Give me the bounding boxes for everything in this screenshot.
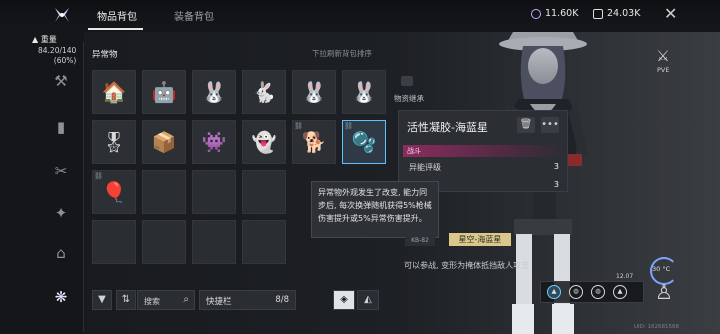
crossed-swords-icon[interactable]: ⚔ [654,47,672,65]
mask-view-icon[interactable]: ◈ [333,290,355,310]
tab-active-indicator [88,28,143,30]
energy-amount: 11.60K [545,8,579,19]
form-name: 星空-海蓝星 [449,233,511,246]
stat-value: 3 [553,162,559,171]
sidebar [0,32,84,334]
inventory-slot[interactable]: 👾 [192,120,236,164]
quickbar-label: 快捷栏 [206,297,232,307]
more-icon[interactable]: ••• [541,117,559,133]
section-title: 异常物 [92,50,118,60]
search-label: 搜索 [144,297,160,306]
inventory-slot[interactable]: ⛓ 🎈 [92,170,136,214]
ability-bar: ▲ ◍ ◍ ▲ [540,281,644,303]
quickbar-count: 8/8 [275,295,289,305]
white-doll-icon: 👻 [251,130,277,154]
home-icon[interactable]: ⌂ [52,244,70,262]
stat-value: 3 [553,180,559,189]
inventory-slot[interactable]: ⛓ 🐕 [292,120,336,164]
chip-icon [593,8,603,19]
inherit-label[interactable]: 物资继承 [394,93,424,104]
small-value: 12.07 [616,273,634,280]
mode-label: PVE [657,66,670,74]
inventory-slot[interactable]: 🎖 [92,120,136,164]
inventory-slot[interactable]: 📦 [142,120,186,164]
guard-dog-icon: 🐕 [301,130,327,154]
close-icon[interactable]: ✕ [664,6,680,22]
bunny-doll-icon: 🐰 [351,80,377,104]
energy-currency: 11.60K [531,8,578,19]
tab-equipment-bag[interactable]: 装备背包 [174,8,214,23]
bunny-doll-icon: 🐰 [301,80,327,104]
form-description: 可以参战, 变形为掩体抵挡敌人攻击 [404,261,530,270]
inventory-slot-empty[interactable] [192,220,236,264]
ability-slot[interactable]: ▲ [613,285,627,299]
tab-item-bag[interactable]: 物品背包 [97,8,137,23]
model-tag: KB-82 [405,236,435,246]
inventory-slot-empty[interactable] [142,170,186,214]
ability-slot[interactable]: ◍ [591,285,605,299]
ability-tooltip: 异常物外观发生了改变, 能力同步后, 每次换弹随机获得5%枪械伤害提升或5%异常… [311,181,439,238]
inherit-icon[interactable] [401,76,413,86]
item-title: 活性凝胶-海蓝星 [407,121,488,134]
quickbar-button[interactable]: 快捷栏 8/8 [199,290,296,310]
sort-icon[interactable]: ⇅ [116,290,136,310]
item-tag: 战斗 [403,145,565,157]
balloon-dog-icon: 🎈 [101,180,127,204]
filter-icon[interactable]: ▼ [92,290,112,310]
trash-icon[interactable]: 🗑 [517,117,535,133]
inventory-slot-empty[interactable] [192,170,236,214]
blue-jelly-icon: 🫧 [351,130,377,154]
weight-percent: (60%) [53,56,77,65]
butterfly-icon[interactable]: ❋ [52,288,70,306]
box-robot-icon: 📦 [151,130,177,154]
inventory-slot[interactable]: 🐰 [292,70,336,114]
energy-icon [531,8,541,19]
snow-cabin-icon: 🏠 [101,80,127,104]
search-icon: ⌕ [183,294,189,305]
inventory-slot[interactable]: 👻 [242,120,286,164]
temperature-value: 30 °C [652,265,671,273]
inventory-slot-selected[interactable]: ⛓ 🫧 [342,120,386,164]
weight-value: 84.20/140 (60%) [38,46,76,66]
weight-amount: 84.20/140 [38,46,77,55]
chip-amount: 24.03K [607,8,641,19]
inventory-slot-empty[interactable] [242,170,286,214]
inventory-slot-empty[interactable] [92,220,136,264]
inventory-slot[interactable]: 🏠 [92,70,136,114]
user-id: UID: 162681568 [634,324,679,330]
robot-figure-icon: 🤖 [151,80,177,104]
refresh-hint: 下拉刷新背包排序 [312,49,372,58]
bottom-toolbar: ▼ ⇅ [92,290,136,310]
ability-slot[interactable]: ◍ [569,285,583,299]
wrench-icon[interactable]: ⚒ [52,72,70,90]
weight-label: ▲ 重量 [32,35,57,44]
black-bunny-icon: 🐇 [251,80,277,104]
sidebar-divider [83,42,84,332]
inventory-slot[interactable]: 🤖 [142,70,186,114]
inventory-slot[interactable]: 🐇 [242,70,286,114]
game-logo-icon [55,8,69,22]
star-card-icon[interactable]: ✦ [52,204,70,222]
stat-label: 异能评级 [409,163,441,172]
inventory-slot[interactable]: 🐰 [342,70,386,114]
inventory-slot-empty[interactable] [242,220,286,264]
search-input[interactable]: 搜索 ⌕ [137,290,195,310]
bunny-doll-icon: 🐰 [201,80,227,104]
landscape-view-icon[interactable]: ◭ [357,290,379,310]
item-detail-panel: 活性凝胶-海蓝星 🗑 ••• 战斗 异能评级 3 3 [398,110,568,192]
body-status-icon[interactable]: ♙ [655,280,673,304]
ability-slot-active[interactable]: ▲ [547,285,561,299]
inventory-slot[interactable]: 🐰 [192,70,236,114]
soldier-figure-icon: 🎖 [101,130,127,154]
gremlin-toy-icon: 👾 [201,130,227,154]
inventory-slot-empty[interactable] [142,220,186,264]
battery-icon[interactable]: ▮ [52,118,70,136]
tools-icon[interactable]: ✂ [52,162,70,180]
chip-currency: 24.03K [593,8,640,19]
